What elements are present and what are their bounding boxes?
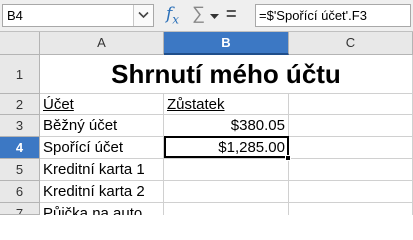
row-header-4[interactable]: 4	[0, 137, 40, 159]
header-balance-cell[interactable]: Zůstatek	[164, 94, 289, 115]
account-name-cell[interactable]: Kreditní karta 2	[40, 181, 164, 203]
column-header-c[interactable]: C	[289, 32, 413, 55]
cell-c7[interactable]	[289, 203, 413, 215]
formula-text: =$'Spořící účet'.F3	[259, 8, 367, 23]
row-header-7[interactable]: 7	[0, 203, 40, 215]
function-wizard-button[interactable]: fx	[166, 4, 188, 26]
sheet-title-cell[interactable]: Shrnutí mého účtu	[40, 55, 413, 94]
formula-button[interactable]: =	[226, 4, 242, 26]
spreadsheet-grid: A B C 1 2 3 4 5 6 7 Shrnutí mého účtu Úč…	[0, 32, 413, 215]
account-balance-cell[interactable]	[164, 181, 289, 203]
select-all-corner[interactable]	[0, 32, 40, 55]
cell-c3[interactable]	[289, 115, 413, 137]
selected-balance-cell[interactable]: $1,285.00	[164, 137, 289, 159]
row-header-3[interactable]: 3	[0, 115, 40, 137]
name-box-value: B4	[7, 8, 23, 23]
cell-c5[interactable]	[289, 159, 413, 181]
account-name-cell[interactable]: Běžný účet	[40, 115, 164, 137]
name-box[interactable]: B4	[2, 4, 154, 27]
row-header-5[interactable]: 5	[0, 159, 40, 181]
account-balance-cell[interactable]	[164, 203, 289, 215]
row-header-1[interactable]: 1	[0, 55, 40, 94]
formula-input[interactable]: =$'Spořící účet'.F3	[255, 4, 411, 27]
cell-c6[interactable]	[289, 181, 413, 203]
account-balance-cell[interactable]	[164, 159, 289, 181]
account-name-cell[interactable]: Spořící účet	[40, 137, 164, 159]
cell-c4[interactable]	[289, 137, 413, 159]
autofill-handle[interactable]	[285, 155, 291, 161]
name-box-dropdown-button[interactable]	[133, 5, 153, 26]
sum-dropdown-icon[interactable]	[210, 14, 219, 20]
account-name-cell[interactable]: Kreditní karta 1	[40, 159, 164, 181]
column-header-a[interactable]: A	[40, 32, 164, 55]
account-name-cell[interactable]: Půjčka na auto	[40, 203, 164, 215]
sum-button[interactable]: ∑	[192, 3, 208, 25]
column-header-b[interactable]: B	[164, 32, 289, 55]
fx-icon: fx	[166, 4, 180, 27]
formula-toolbar: B4 fx ∑ = =$'Spořící účet'.F3	[0, 0, 413, 32]
chevron-down-icon	[138, 11, 149, 19]
header-account-cell[interactable]: Účet	[40, 94, 164, 115]
row-header-6[interactable]: 6	[0, 181, 40, 203]
sigma-icon: ∑	[192, 3, 205, 23]
equals-icon: =	[226, 4, 237, 24]
account-balance-cell[interactable]: $380.05	[164, 115, 289, 137]
row-header-2[interactable]: 2	[0, 94, 40, 115]
cell-c2[interactable]	[289, 94, 413, 115]
